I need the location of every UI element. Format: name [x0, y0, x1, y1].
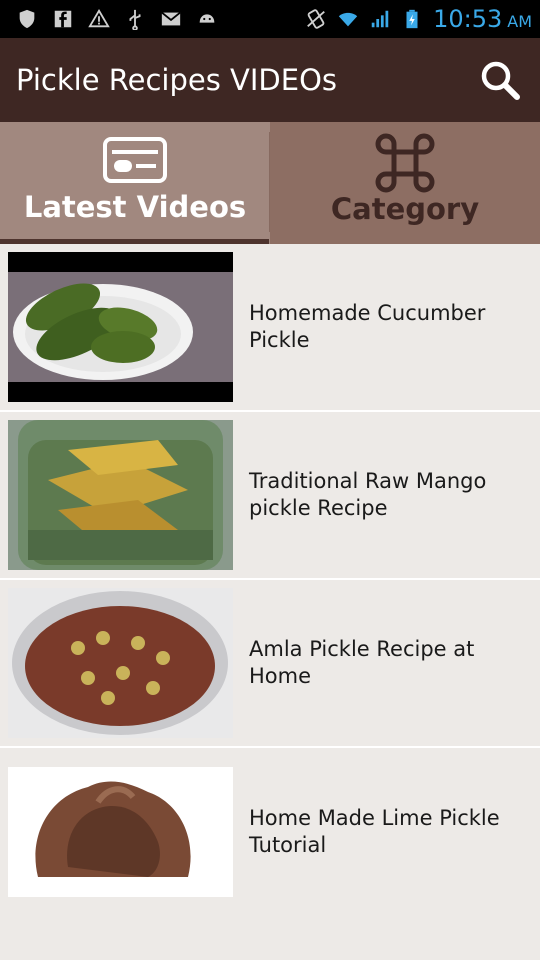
search-button[interactable] [476, 56, 524, 104]
status-bar: 10:53 AM [0, 0, 540, 38]
mail-icon [160, 8, 182, 30]
video-title: Homemade Cucumber Pickle [249, 301, 486, 352]
app-title: Pickle Recipes VIDEOs [16, 63, 338, 97]
video-card-icon [103, 137, 167, 183]
list-item[interactable]: Traditional Raw Mango pickle Recipe [0, 412, 540, 580]
shield-icon [16, 8, 38, 30]
search-icon [481, 61, 520, 100]
video-thumbnail [8, 252, 233, 402]
usb-icon [124, 8, 146, 30]
list-item[interactable]: Amla Pickle Recipe at Home [0, 580, 540, 748]
wifi-icon [337, 8, 359, 30]
video-title: Traditional Raw Mango pickle Recipe [249, 469, 487, 520]
app-bar: Pickle Recipes VIDEOs [0, 38, 540, 122]
video-list: Homemade Cucumber Pickle Traditional Raw… [0, 244, 540, 916]
android-icon [196, 8, 218, 30]
tab-indicator [0, 239, 269, 244]
facebook-icon [52, 8, 74, 30]
battery-icon [401, 8, 423, 30]
list-item[interactable]: Homemade Cucumber Pickle [0, 244, 540, 412]
video-thumbnail [8, 767, 233, 897]
tab-label-latest-videos: Latest Videos [23, 190, 247, 224]
video-title: Home Made Lime Pickle Tutorial [249, 806, 500, 857]
signal-icon [369, 8, 391, 30]
tab-category[interactable]: Category [270, 122, 540, 244]
video-thumbnail [8, 420, 233, 570]
warning-icon [88, 8, 110, 30]
vibrate-icon [305, 8, 327, 30]
tab-bar: Latest Videos Category [0, 122, 540, 244]
command-icon [375, 133, 435, 193]
tab-label-category: Category [330, 192, 480, 226]
tab-latest-videos[interactable]: Latest Videos [0, 122, 270, 244]
list-item[interactable]: Home Made Lime Pickle Tutorial [0, 748, 540, 916]
video-title: Amla Pickle Recipe at Home [249, 637, 475, 688]
status-clock: 10:53 AM [433, 5, 532, 33]
video-thumbnail [8, 588, 233, 738]
